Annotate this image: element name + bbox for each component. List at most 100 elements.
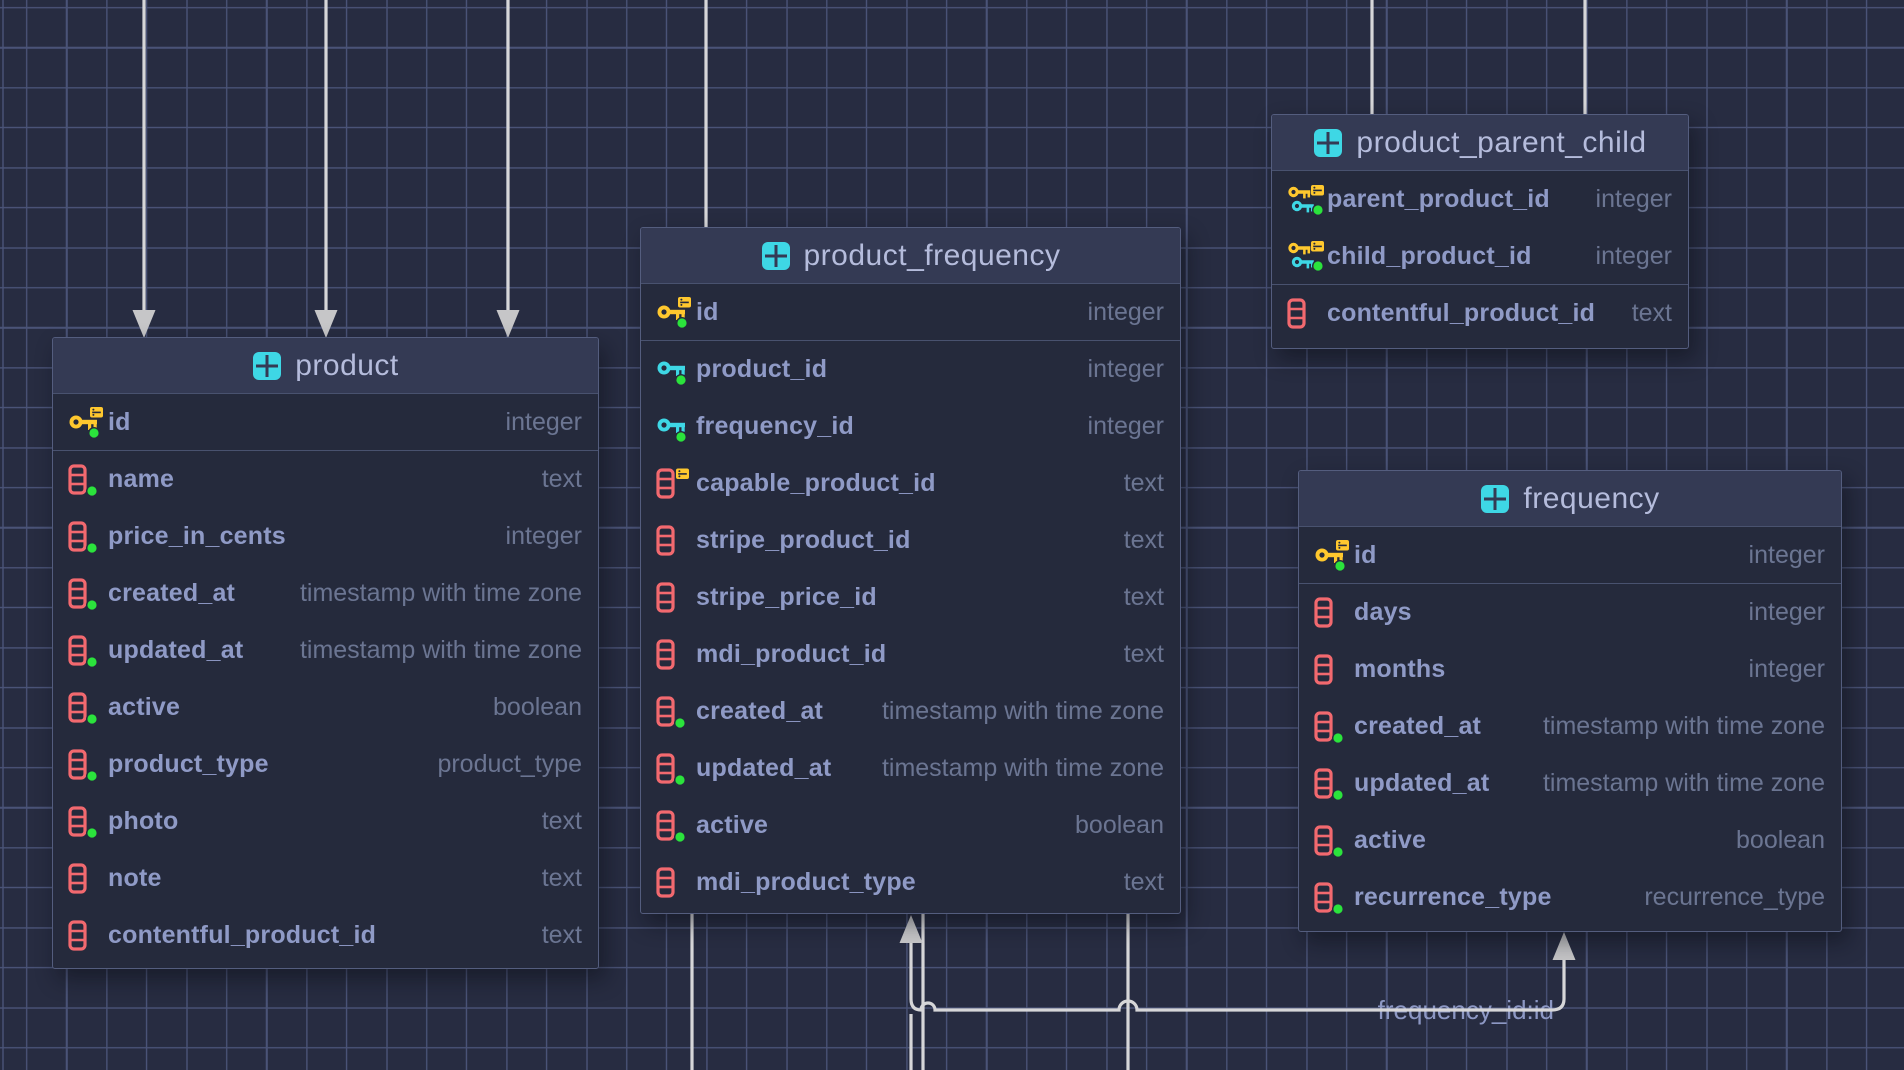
table-columns: id integer product_id integer frequency_…	[641, 284, 1180, 911]
primary-foreign-key-icon	[1287, 240, 1327, 272]
column-icon	[68, 863, 108, 895]
column-icon	[656, 639, 694, 671]
column-icon	[68, 749, 108, 781]
column-icon	[1314, 597, 1354, 629]
column-type: timestamp with time zone	[862, 697, 1164, 726]
column-row[interactable]: mdi_product_type text	[641, 854, 1180, 911]
table-columns: parent_product_id integer child_product_…	[1272, 171, 1688, 342]
column-row[interactable]: id integer	[641, 284, 1180, 341]
column-type: text	[1104, 868, 1164, 897]
tables-layer: product id integer name text price_in_ce…	[0, 0, 1904, 1070]
column-icon	[1314, 768, 1354, 800]
primary-key-icon	[656, 296, 696, 328]
table-product[interactable]: product id integer name text price_in_ce…	[52, 337, 599, 969]
column-row[interactable]: updated_at timestamp with time zone	[641, 740, 1180, 797]
table-product_frequency[interactable]: product_frequency id integer product_id …	[640, 227, 1181, 914]
table-product_parent_child[interactable]: product_parent_child parent_product_id i…	[1271, 114, 1689, 349]
column-row[interactable]: months integer	[1299, 641, 1841, 698]
column-icon	[656, 867, 694, 899]
column-row[interactable]: capable_product_id text	[641, 455, 1180, 512]
column-row[interactable]: created_at timestamp with time zone	[641, 683, 1180, 740]
column-row[interactable]: contentful_product_id text	[1272, 285, 1688, 342]
column-icon	[1314, 768, 1352, 800]
column-icon	[68, 635, 106, 667]
column-icon	[68, 806, 106, 838]
column-name: price_in_cents	[108, 522, 286, 551]
column-name: mdi_product_type	[696, 868, 916, 897]
column-row[interactable]: note text	[53, 850, 598, 907]
column-name: months	[1354, 655, 1445, 684]
diagram-canvas[interactable]: frequency_id:id product id integer name …	[0, 0, 1904, 1070]
column-row[interactable]: updated_at timestamp with time zone	[1299, 755, 1841, 812]
column-row[interactable]: created_at timestamp with time zone	[53, 565, 598, 622]
table-icon	[1313, 128, 1343, 158]
column-icon	[1314, 825, 1352, 857]
column-row[interactable]: frequency_id integer	[641, 398, 1180, 455]
column-row[interactable]: mdi_product_id text	[641, 626, 1180, 683]
primary-foreign-key-icon	[1287, 240, 1325, 272]
column-icon	[656, 582, 694, 614]
table-header[interactable]: product_parent_child	[1272, 115, 1688, 171]
foreign-key-icon	[656, 354, 694, 386]
table-icon	[761, 241, 791, 271]
primary-key-icon	[1314, 539, 1352, 571]
column-name: parent_product_id	[1327, 185, 1550, 214]
column-row[interactable]: product_id integer	[641, 341, 1180, 398]
column-icon	[68, 692, 108, 724]
column-icon	[656, 525, 696, 557]
column-row[interactable]: photo text	[53, 793, 598, 850]
column-icon	[1314, 711, 1354, 743]
column-icon	[1314, 597, 1352, 629]
column-type: boolean	[1716, 826, 1825, 855]
column-type: integer	[1729, 655, 1825, 684]
column-row[interactable]: active boolean	[641, 797, 1180, 854]
column-row[interactable]: active boolean	[1299, 812, 1841, 869]
column-icon	[656, 696, 696, 728]
column-icon	[1314, 825, 1354, 857]
column-row[interactable]: active boolean	[53, 679, 598, 736]
column-type: text	[1104, 469, 1164, 498]
column-icon	[656, 582, 696, 614]
column-row[interactable]: stripe_price_id text	[641, 569, 1180, 626]
column-row[interactable]: child_product_id integer	[1272, 228, 1688, 285]
column-icon	[1314, 882, 1354, 914]
column-row[interactable]: updated_at timestamp with time zone	[53, 622, 598, 679]
foreign-key-icon	[656, 411, 694, 443]
column-name: recurrence_type	[1354, 883, 1552, 912]
column-row[interactable]: days integer	[1299, 584, 1841, 641]
foreign-key-icon	[656, 354, 696, 386]
column-name: stripe_price_id	[696, 583, 877, 612]
column-icon	[68, 920, 106, 952]
column-row[interactable]: id integer	[53, 394, 598, 451]
table-header[interactable]: product	[53, 338, 598, 394]
column-icon	[68, 920, 108, 952]
column-row[interactable]: id integer	[1299, 527, 1841, 584]
column-name: stripe_product_id	[696, 526, 911, 555]
table-header[interactable]: product_frequency	[641, 228, 1180, 284]
column-icon	[1314, 654, 1352, 686]
column-row[interactable]: price_in_cents integer	[53, 508, 598, 565]
column-icon	[1287, 298, 1327, 330]
column-row[interactable]: stripe_product_id text	[641, 512, 1180, 569]
column-type: timestamp with time zone	[1523, 769, 1825, 798]
table-frequency[interactable]: frequency id integer days integer months…	[1298, 470, 1842, 932]
column-icon	[68, 578, 106, 610]
column-row[interactable]: recurrence_type recurrence_type	[1299, 869, 1841, 926]
column-row[interactable]: created_at timestamp with time zone	[1299, 698, 1841, 755]
column-row[interactable]: parent_product_id integer	[1272, 171, 1688, 228]
table-header[interactable]: frequency	[1299, 471, 1841, 527]
column-type: integer	[1068, 355, 1164, 384]
column-name: name	[108, 465, 174, 494]
column-row[interactable]: product_type product_type	[53, 736, 598, 793]
column-type: integer	[1576, 185, 1672, 214]
primary-foreign-key-icon	[1287, 184, 1325, 216]
column-name: updated_at	[108, 636, 243, 665]
column-row[interactable]: name text	[53, 451, 598, 508]
column-name: mdi_product_id	[696, 640, 886, 669]
column-type: product_type	[417, 750, 582, 779]
column-row[interactable]: contentful_product_id text	[53, 907, 598, 964]
column-name: capable_product_id	[696, 469, 936, 498]
primary-key-icon	[68, 406, 106, 438]
column-name: active	[1354, 826, 1426, 855]
column-name: active	[108, 693, 180, 722]
